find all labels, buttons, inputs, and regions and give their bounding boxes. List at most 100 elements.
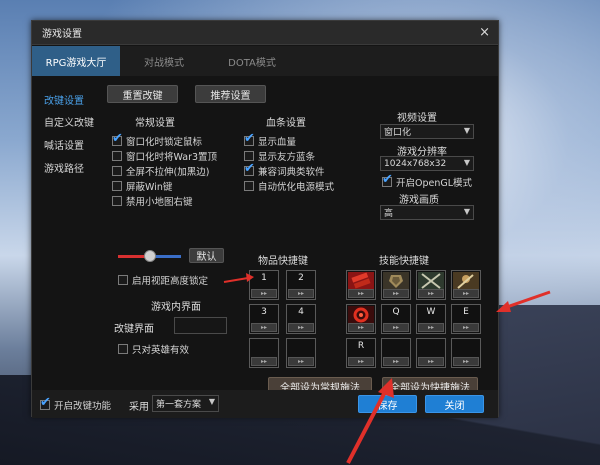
skill-slot[interactable]: ▸▸ bbox=[451, 338, 481, 368]
slot-key-button[interactable]: ▸▸ bbox=[383, 323, 409, 332]
checkbox-enable-keybind[interactable]: 开启改键功能 bbox=[40, 395, 112, 412]
slot-key-button[interactable]: ▸▸ bbox=[348, 357, 374, 366]
video-settings-title: 视频设置 bbox=[397, 113, 437, 124]
checkbox-opengl[interactable]: 开启OpenGL模式 bbox=[382, 172, 473, 189]
scheme-value: 第一套方案 bbox=[156, 400, 202, 410]
skill-slot[interactable]: ▸▸ bbox=[451, 270, 481, 300]
slot-key-button[interactable]: ▸▸ bbox=[348, 323, 374, 332]
resolution-select[interactable]: 1024x768x32 ▼ bbox=[380, 156, 474, 171]
skill-slot[interactable]: ▸▸ bbox=[381, 338, 411, 368]
quality-title: 游戏画质 bbox=[399, 195, 439, 206]
checkbox-block-win-key[interactable]: 屏蔽Win键 bbox=[112, 179, 172, 193]
slot-key-button[interactable]: ▸▸ bbox=[288, 357, 314, 366]
checkbox-show-health[interactable]: 显示血量 bbox=[244, 131, 297, 148]
skill-slot[interactable]: ▸▸ bbox=[381, 270, 411, 300]
checkbox-label: 开启OpenGL模式 bbox=[396, 178, 473, 189]
checkbox-label: 屏蔽Win键 bbox=[126, 182, 173, 193]
skill-slot[interactable]: ▸▸ bbox=[346, 270, 376, 300]
checkbox-box bbox=[112, 166, 122, 176]
tab-dota-mode[interactable]: DOTA模式 bbox=[208, 46, 296, 76]
slot-key-button[interactable]: ▸▸ bbox=[418, 357, 444, 366]
skill-slot[interactable]: ▸▸ bbox=[346, 304, 376, 334]
general-settings-title: 常规设置 bbox=[135, 118, 175, 129]
checkbox-view-height-lock[interactable]: 启用视距高度锁定 bbox=[118, 273, 208, 287]
skill-slot-key: Q bbox=[392, 307, 400, 317]
in-game-ui-title: 游戏内界面 bbox=[151, 302, 201, 313]
slot-key-button[interactable]: ▸▸ bbox=[418, 289, 444, 298]
skill-slot[interactable]: E ▸▸ bbox=[451, 304, 481, 334]
scheme-select[interactable]: 第一套方案 ▼ bbox=[152, 395, 219, 412]
settings-content: 改键设置 自定义改键 喊话设置 游戏路径 重置改键 推荐设置 常规设置 窗口化时… bbox=[32, 76, 498, 396]
item-slot[interactable]: 3 ▸▸ bbox=[249, 304, 279, 334]
tab-rpg-lobby[interactable]: RPG游戏大厅 bbox=[32, 46, 120, 76]
checkbox-dictionary-compat[interactable]: 兼容词典类软件 bbox=[244, 161, 325, 178]
reset-keybind-button[interactable]: 重置改键 bbox=[107, 85, 178, 103]
annotation-arrow-icon bbox=[346, 378, 394, 464]
view-slider-thumb[interactable] bbox=[144, 250, 156, 262]
checkbox-lock-mouse[interactable]: 窗口化时锁定鼠标 bbox=[112, 131, 203, 148]
display-mode-select[interactable]: 窗口化 ▼ bbox=[380, 124, 474, 139]
sidebar: 改键设置 自定义改键 喊话设置 游戏路径 bbox=[32, 76, 100, 390]
checkbox-label: 自动优化电源模式 bbox=[258, 182, 335, 193]
checkbox-label: 开启改键功能 bbox=[54, 401, 112, 412]
crossed-swords-skill-icon bbox=[418, 272, 444, 290]
slot-key-button[interactable]: ▸▸ bbox=[348, 289, 374, 298]
slot-key-button[interactable]: ▸▸ bbox=[251, 357, 277, 366]
item-slot[interactable]: ▸▸ bbox=[286, 338, 316, 368]
checkbox-label: 窗口化时锁定鼠标 bbox=[126, 137, 203, 148]
checkbox-box bbox=[244, 151, 254, 161]
tab-battle-mode[interactable]: 对战模式 bbox=[120, 46, 208, 76]
skill-slot[interactable]: R ▸▸ bbox=[346, 338, 376, 368]
red-banner-skill-icon bbox=[348, 272, 374, 290]
checkbox-box bbox=[118, 344, 128, 354]
default-button[interactable]: 默认 bbox=[189, 248, 224, 263]
checkbox-box bbox=[112, 196, 122, 206]
tab-bar: RPG游戏大厅 对战模式 DOTA模式 bbox=[32, 46, 498, 76]
sidebar-item-custom-keybind[interactable]: 自定义改键 bbox=[44, 114, 94, 129]
item-slot-key: 2 bbox=[298, 273, 304, 283]
recommend-settings-button[interactable]: 推荐设置 bbox=[195, 85, 266, 103]
keybind-ui-input[interactable] bbox=[174, 317, 227, 334]
slot-key-button[interactable]: ▸▸ bbox=[251, 289, 277, 298]
checkbox-box bbox=[244, 131, 255, 146]
checkbox-box bbox=[112, 131, 123, 146]
sidebar-item-keybind-settings[interactable]: 改键设置 bbox=[44, 92, 84, 107]
display-mode-value: 窗口化 bbox=[384, 128, 412, 138]
health-bar-settings-title: 血条设置 bbox=[266, 118, 306, 129]
slot-key-button[interactable]: ▸▸ bbox=[453, 323, 479, 332]
slot-key-button[interactable]: ▸▸ bbox=[453, 289, 479, 298]
skill-slot[interactable]: W ▸▸ bbox=[416, 304, 446, 334]
close-button[interactable]: 关闭 bbox=[425, 395, 484, 413]
dropdown-arrow-icon: ▼ bbox=[463, 207, 470, 216]
slot-key-button[interactable]: ▸▸ bbox=[453, 357, 479, 366]
checkbox-box bbox=[244, 161, 255, 176]
checkbox-hero-only[interactable]: 只对英雄有效 bbox=[118, 342, 189, 356]
sidebar-item-shout-settings[interactable]: 喊话设置 bbox=[44, 137, 84, 152]
slot-key-button[interactable]: ▸▸ bbox=[288, 289, 314, 298]
use-scheme-label: 采用 bbox=[129, 402, 149, 413]
dropdown-arrow-icon: ▼ bbox=[463, 158, 470, 167]
slot-key-button[interactable]: ▸▸ bbox=[251, 323, 277, 332]
slot-key-button[interactable]: ▸▸ bbox=[418, 323, 444, 332]
item-slot[interactable]: ▸▸ bbox=[249, 338, 279, 368]
checkbox-box bbox=[118, 275, 128, 285]
dropdown-arrow-icon: ▼ bbox=[463, 126, 470, 135]
checkbox-disable-minimap-right[interactable]: 禁用小地图右键 bbox=[112, 194, 193, 208]
game-settings-dialog: 游戏设置 × RPG游戏大厅 对战模式 DOTA模式 改键设置 自定义改键 喊话… bbox=[31, 20, 499, 418]
item-slot[interactable]: 2 ▸▸ bbox=[286, 270, 316, 300]
checkbox-war3-topmost[interactable]: 窗口化时将War3置顶 bbox=[112, 149, 217, 163]
item-slot[interactable]: 4 ▸▸ bbox=[286, 304, 316, 334]
slot-key-button[interactable]: ▸▸ bbox=[383, 289, 409, 298]
quality-select[interactable]: 高 ▼ bbox=[380, 205, 474, 220]
skill-slot[interactable]: Q ▸▸ bbox=[381, 304, 411, 334]
checkbox-no-stretch[interactable]: 全屏不拉伸(加黑边) bbox=[112, 164, 209, 178]
slot-key-button[interactable]: ▸▸ bbox=[383, 357, 409, 366]
skill-slot[interactable]: ▸▸ bbox=[416, 338, 446, 368]
sidebar-item-game-path[interactable]: 游戏路径 bbox=[44, 160, 84, 175]
checkbox-label: 显示血量 bbox=[258, 137, 297, 148]
checkbox-auto-power-mode[interactable]: 自动优化电源模式 bbox=[244, 179, 334, 193]
slot-key-button[interactable]: ▸▸ bbox=[288, 323, 314, 332]
close-icon[interactable]: × bbox=[479, 25, 490, 40]
checkbox-label: 显示友方蓝条 bbox=[258, 152, 316, 163]
skill-slot[interactable]: ▸▸ bbox=[416, 270, 446, 300]
